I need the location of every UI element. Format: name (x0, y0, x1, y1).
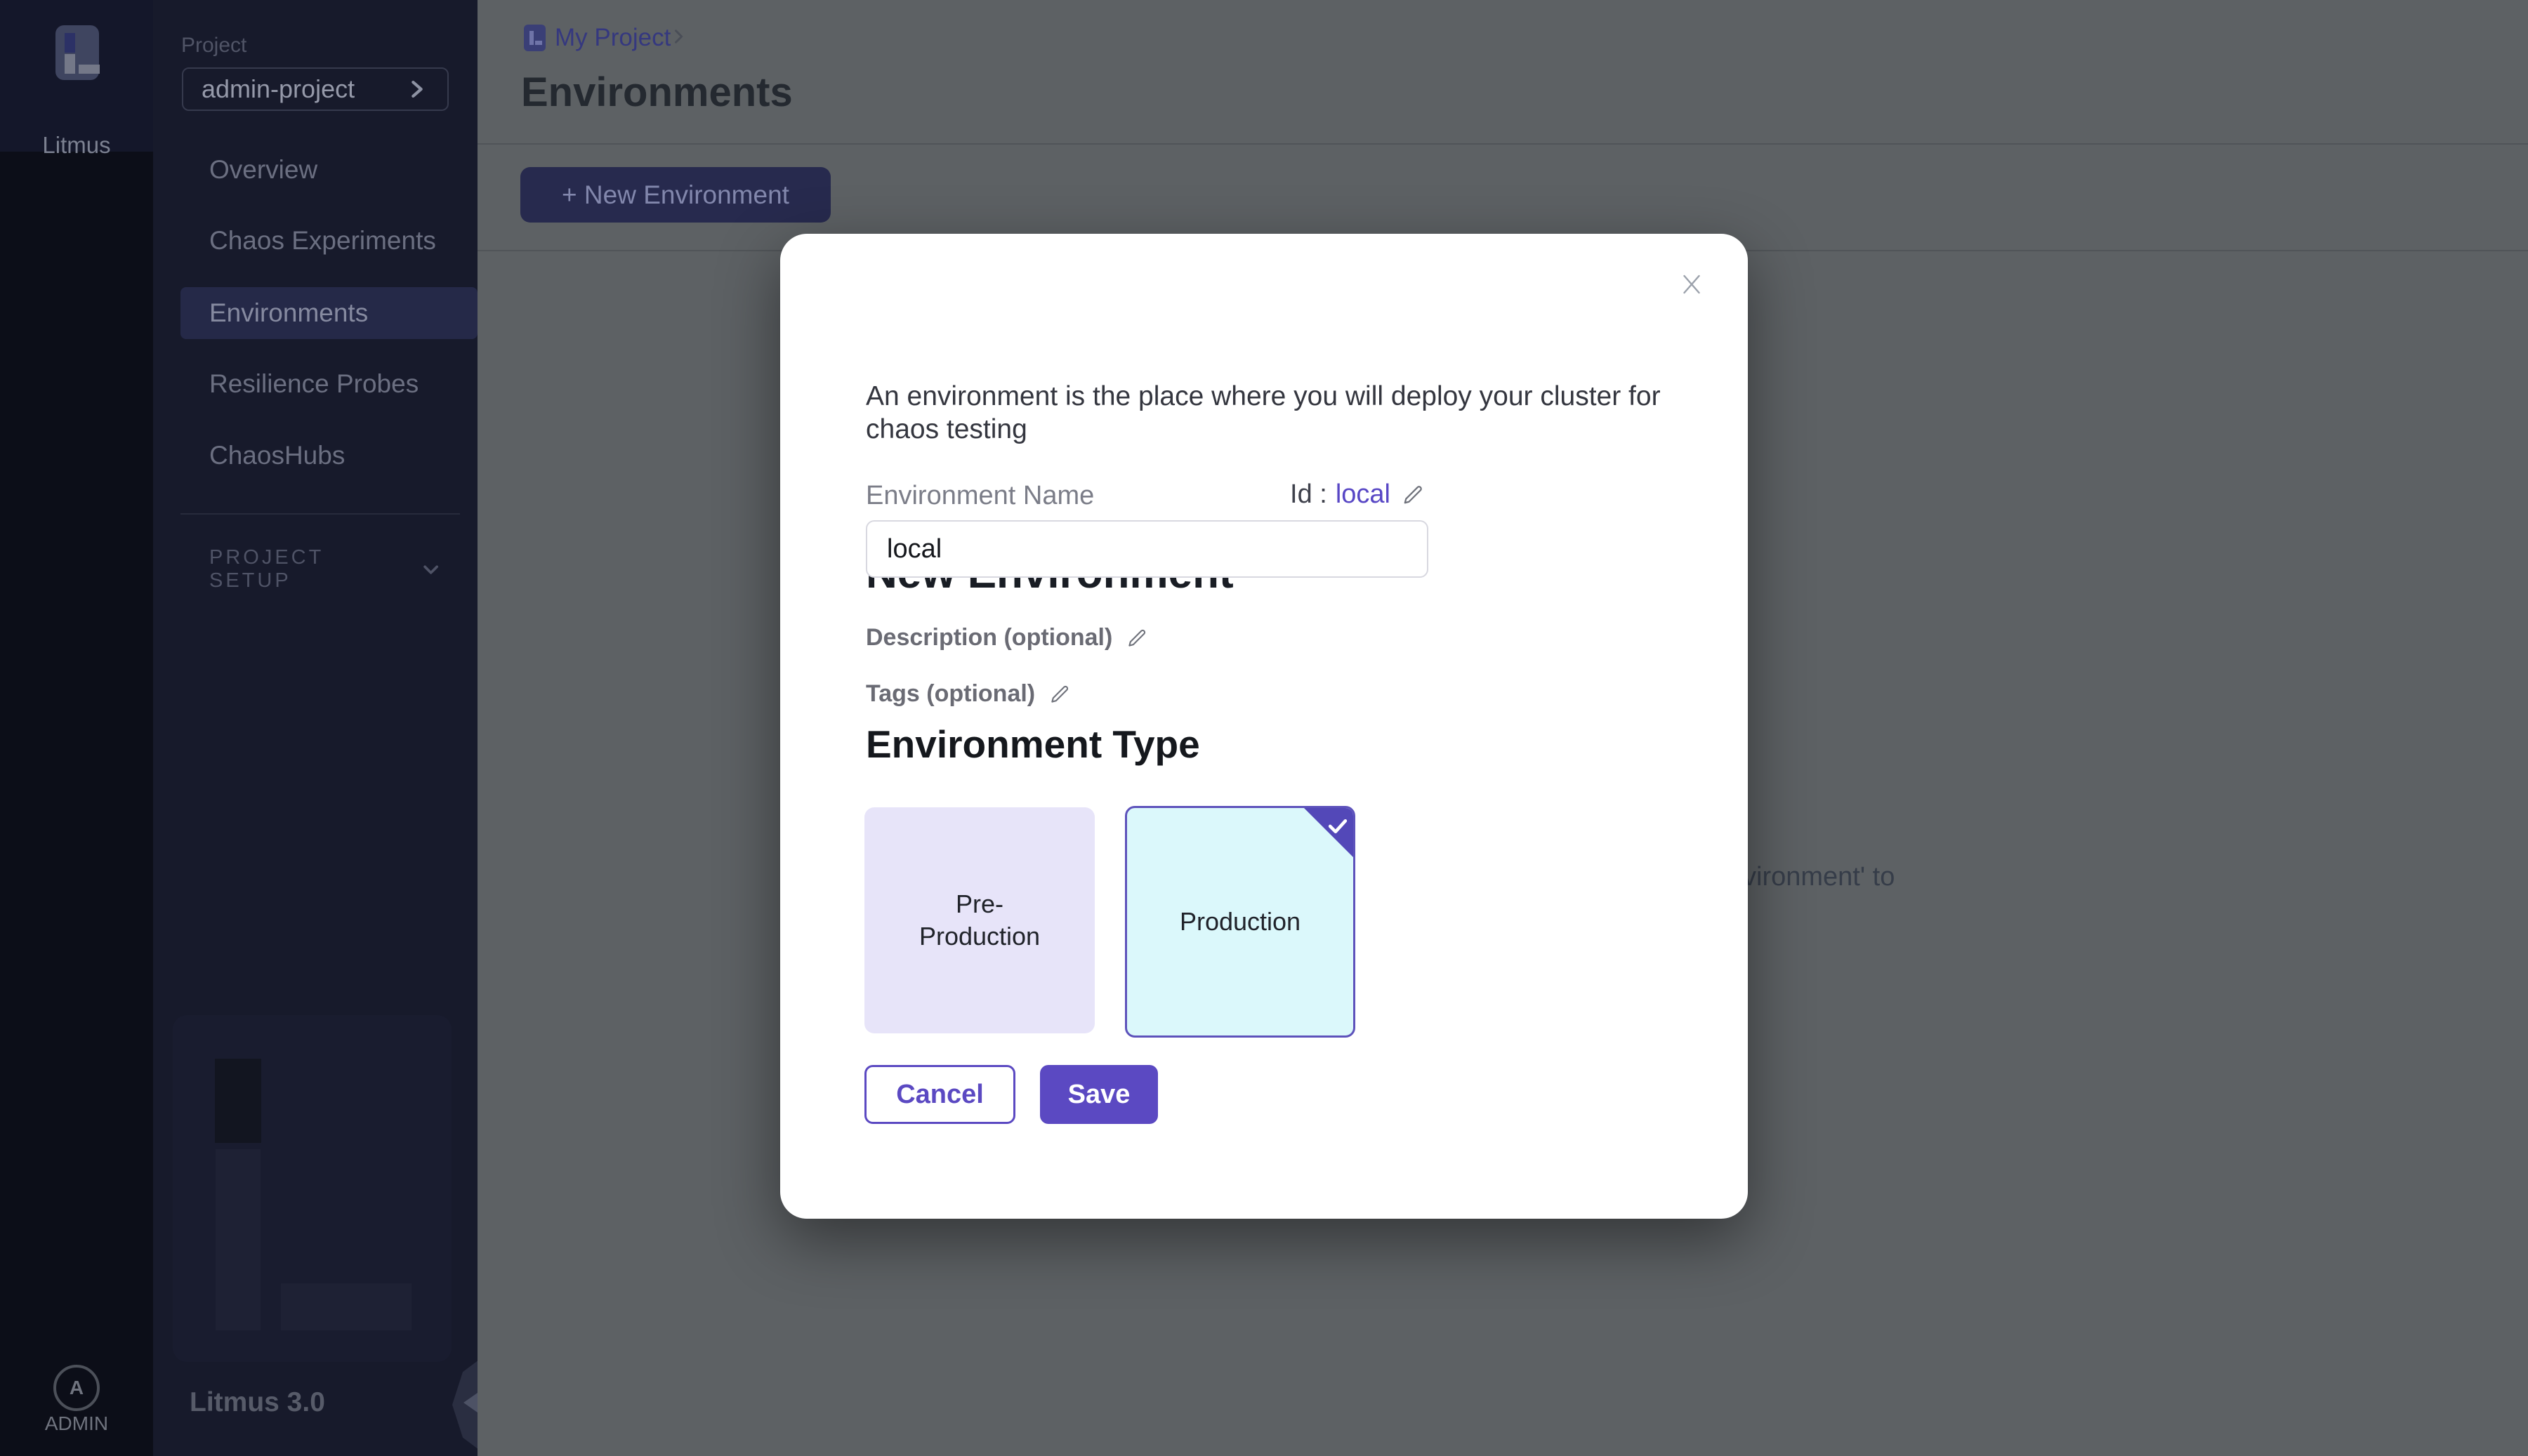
sidebar-item-label: Chaos Experiments (209, 226, 436, 256)
watermark-block (281, 1283, 412, 1330)
environment-type-pre-production-card[interactable]: Pre-Production (864, 807, 1095, 1033)
sidebar-item-label: Overview (209, 155, 317, 185)
sidebar-item-resilience-probes[interactable]: Resilience Probes (180, 358, 478, 410)
breadcrumb-chevron-icon (669, 27, 688, 46)
environment-name-input[interactable] (866, 520, 1428, 578)
left-rail (0, 0, 153, 1456)
chevron-down-icon (421, 558, 441, 581)
modal-description: An environment is the place where you wi… (866, 380, 1684, 446)
new-environment-modal: New Environment An environment is the pl… (780, 234, 1748, 1219)
litmus-logo-icon[interactable] (55, 25, 99, 80)
sidebar-item-chaoshubs[interactable]: ChaosHubs (180, 430, 478, 482)
logo-mark (65, 54, 75, 74)
brand-label: Litmus (0, 132, 153, 159)
sidebar-divider (180, 513, 460, 515)
id-value: local (1336, 479, 1390, 510)
sidebar-item-chaos-experiments[interactable]: Chaos Experiments (180, 215, 478, 267)
logo-mark (79, 65, 100, 74)
sidebar-item-label: ChaosHubs (209, 441, 345, 470)
environment-name-label: Environment Name (866, 481, 1094, 511)
project-selector-value: admin-project (202, 74, 355, 104)
cancel-button[interactable]: Cancel (864, 1065, 1015, 1124)
edit-description-icon[interactable] (1125, 626, 1149, 650)
environment-id: Id : local (1290, 479, 1426, 510)
divider (478, 143, 2528, 145)
card-label: Production (1166, 906, 1314, 938)
empty-state-text-fragment: vironment' to (1743, 862, 1895, 892)
project-label: Project (181, 34, 246, 58)
new-environment-button[interactable]: + New Environment (520, 167, 831, 223)
avatar-role-label: ADMIN (0, 1412, 153, 1435)
save-button[interactable]: Save (1040, 1065, 1158, 1124)
sidebar-item-label: Resilience Probes (209, 369, 419, 399)
sidebar-watermark (173, 1015, 452, 1362)
card-label: Pre-Production (906, 888, 1053, 953)
chevron-right-icon (405, 77, 429, 101)
collapse-arrow-icon (463, 1393, 478, 1412)
page-title: Environments (521, 69, 793, 116)
breadcrumb[interactable]: My Project (555, 24, 671, 52)
selected-corner-badge (1302, 806, 1355, 859)
close-button[interactable] (1675, 267, 1709, 301)
project-selector[interactable]: admin-project (182, 67, 449, 111)
sidebar-item-label: Environments (209, 298, 368, 328)
sidebar-item-overview[interactable]: Overview (180, 144, 478, 196)
tags-optional-label: Tags (optional) (866, 680, 1035, 708)
watermark-block (216, 1149, 261, 1330)
close-icon (1679, 272, 1704, 297)
edit-tags-icon[interactable] (1048, 682, 1072, 706)
project-setup-label: PROJECT SETUP (209, 546, 397, 593)
watermark-block (215, 1059, 261, 1143)
avatar[interactable]: A (53, 1365, 100, 1411)
description-optional-label: Description (optional) (866, 624, 1112, 651)
environment-type-heading: Environment Type (866, 722, 1200, 767)
breadcrumb-project-icon (524, 25, 546, 51)
logo-mark (65, 33, 75, 53)
tags-optional-row[interactable]: Tags (optional) (866, 680, 1072, 708)
environment-type-production-card[interactable]: Production (1125, 806, 1355, 1038)
version-label: Litmus 3.0 (190, 1387, 325, 1418)
project-setup-toggle[interactable]: PROJECT SETUP (209, 546, 441, 593)
edit-id-icon[interactable] (1400, 482, 1426, 508)
check-icon (1326, 814, 1350, 838)
id-label: Id : (1290, 479, 1327, 510)
sidebar-item-environments[interactable]: Environments (180, 287, 478, 339)
description-optional-row[interactable]: Description (optional) (866, 624, 1149, 651)
